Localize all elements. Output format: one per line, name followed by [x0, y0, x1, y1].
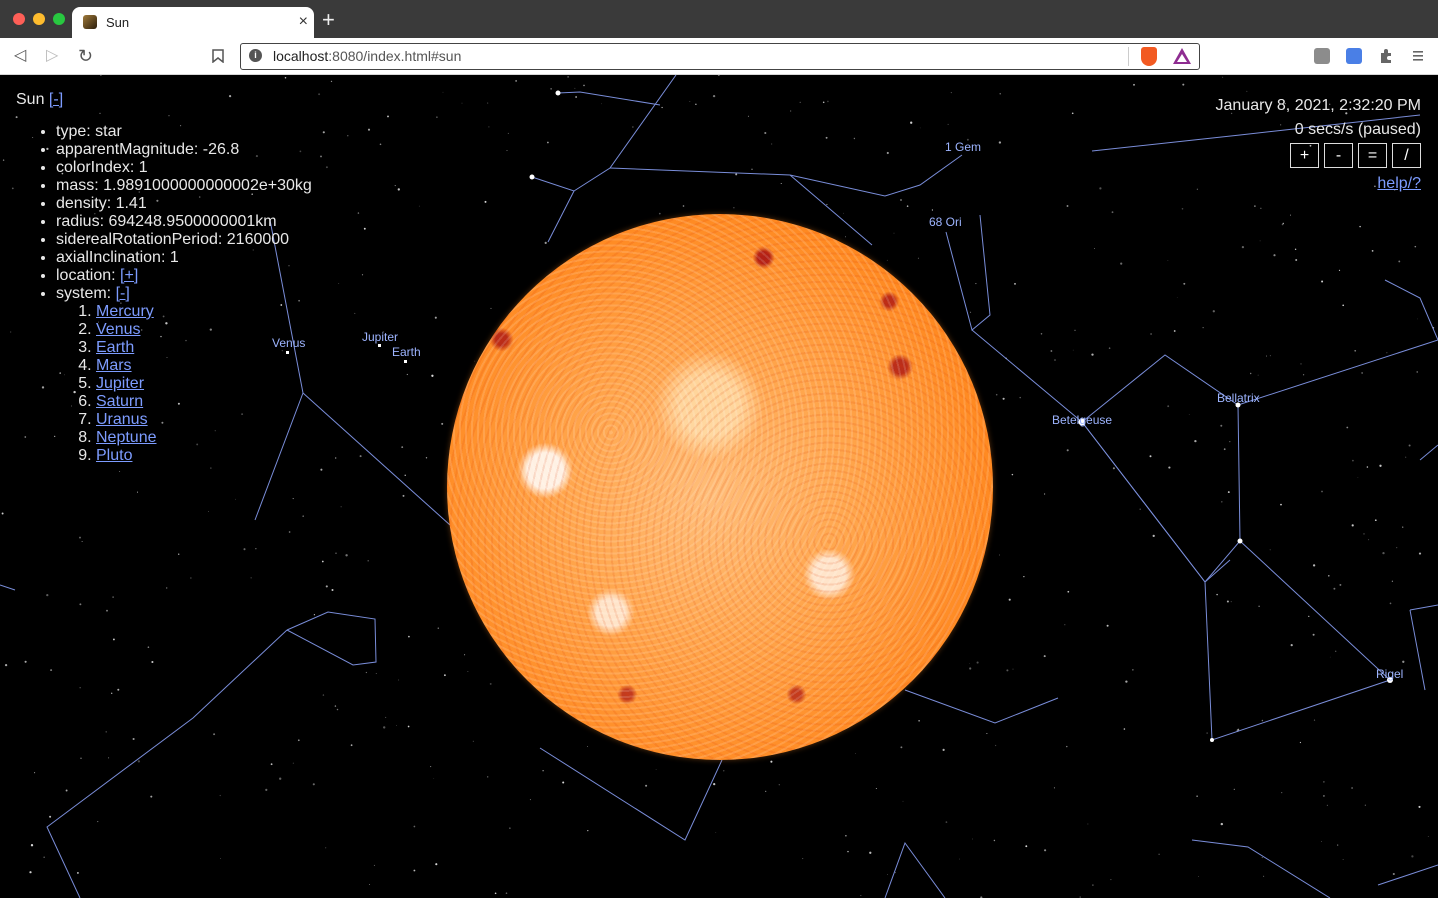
- system-link-uranus[interactable]: Uranus: [96, 411, 148, 428]
- earth-label: Earth: [392, 345, 421, 359]
- system-link-earth[interactable]: Earth: [96, 339, 134, 356]
- property-sidereal-rotation: siderealRotationPeriod: 2160000: [56, 231, 312, 249]
- zoom-window-button[interactable]: [53, 13, 65, 25]
- time-display: January 8, 2021, 2:32:20 PM 0 secs/s (pa…: [1216, 94, 1421, 142]
- reset-time-button[interactable]: =: [1358, 143, 1387, 168]
- property-list: type: star apparentMagnitude: -26.8 colo…: [16, 123, 312, 465]
- close-window-button[interactable]: [13, 13, 25, 25]
- slow-down-button[interactable]: -: [1324, 143, 1353, 168]
- minimize-window-button[interactable]: [33, 13, 45, 25]
- forward-button[interactable]: ▷: [46, 46, 58, 66]
- system-link-venus[interactable]: Venus: [96, 321, 140, 338]
- betelgeuse-label: Betelgeuse: [1052, 413, 1113, 427]
- sun-sphere[interactable]: [447, 214, 993, 760]
- site-info-icon[interactable]: i: [249, 49, 262, 62]
- speed-up-button[interactable]: +: [1290, 143, 1319, 168]
- address-bar[interactable]: i localhost:8080/index.html#sun: [240, 43, 1200, 70]
- jupiter-label: Jupiter: [362, 330, 399, 344]
- property-density: density: 1.41: [56, 195, 312, 213]
- sun-favicon-icon: [83, 15, 97, 29]
- system-item: Mars: [96, 357, 312, 375]
- tab-title: Sun: [106, 15, 130, 30]
- property-apparent-magnitude: apparentMagnitude: -26.8: [56, 141, 312, 159]
- gem-star-label: 1 Gem: [945, 140, 982, 154]
- system-item: Earth: [96, 339, 312, 357]
- object-heading: Sun [-]: [16, 91, 312, 109]
- location-expand-toggle[interactable]: [+]: [120, 267, 138, 284]
- system-collapse-toggle[interactable]: [-]: [116, 285, 130, 302]
- system-item: Jupiter: [96, 375, 312, 393]
- property-radius: radius: 694248.9500000001km: [56, 213, 312, 231]
- system-link-jupiter[interactable]: Jupiter: [96, 375, 144, 392]
- property-axial-inclination: axialInclination: 1: [56, 249, 312, 267]
- current-date: January 8, 2021, 2:32:20 PM: [1215, 97, 1421, 114]
- system-list: Mercury Venus Earth Mars Jupiter Saturn …: [56, 303, 312, 465]
- rigel-label: Rigel: [1376, 667, 1404, 681]
- system-item: Uranus: [96, 411, 312, 429]
- system-link-saturn[interactable]: Saturn: [96, 393, 143, 410]
- system-link-pluto[interactable]: Pluto: [96, 447, 132, 464]
- ori-star-label: 68 Ori: [929, 215, 962, 229]
- brave-rewards-icon[interactable]: [1173, 48, 1191, 64]
- system-item: Venus: [96, 321, 312, 339]
- collapse-toggle[interactable]: [-]: [49, 91, 63, 108]
- property-location: location: [+]: [56, 267, 312, 285]
- extension-icon[interactable]: [1314, 48, 1330, 64]
- back-button[interactable]: ◁: [14, 46, 26, 66]
- system-item: Pluto: [96, 447, 312, 465]
- help-link[interactable]: help/?: [1377, 175, 1421, 193]
- address-divider: [1128, 47, 1129, 66]
- system-link-neptune[interactable]: Neptune: [96, 429, 157, 446]
- property-system: system: [-] Mercury Venus Earth Mars Jup…: [56, 285, 312, 465]
- browser-tab[interactable]: Sun ×: [72, 7, 314, 38]
- property-type: type: star: [56, 123, 312, 141]
- system-link-mercury[interactable]: Mercury: [96, 303, 154, 320]
- property-mass: mass: 1.9891000000000002e+30kg: [56, 177, 312, 195]
- system-link-mars[interactable]: Mars: [96, 357, 132, 374]
- menu-icon[interactable]: [1412, 50, 1424, 62]
- time-controls: + - = /: [1285, 143, 1421, 168]
- extensions-puzzle-icon[interactable]: [1378, 48, 1394, 64]
- property-color-index: colorIndex: 1: [56, 159, 312, 177]
- bellatrix-label: Bellatrix: [1217, 391, 1260, 405]
- object-title: Sun: [16, 91, 45, 108]
- page-viewport: Venus Jupiter Earth 1 Gem 68 Ori Betelge…: [0, 75, 1438, 898]
- close-tab-icon[interactable]: ×: [299, 12, 308, 32]
- bookmark-icon[interactable]: [212, 49, 224, 63]
- object-info-panel: Sun [-] type: star apparentMagnitude: -2…: [16, 91, 312, 465]
- system-item: Neptune: [96, 429, 312, 447]
- brave-shields-icon[interactable]: [1141, 47, 1157, 66]
- new-tab-button[interactable]: +: [322, 9, 335, 31]
- system-item: Mercury: [96, 303, 312, 321]
- time-rate: 0 secs/s (paused): [1294, 121, 1421, 138]
- browser-toolbar: ◁ ▷ ↻ i localhost:8080/index.html#sun: [0, 38, 1438, 75]
- translate-icon[interactable]: [1346, 48, 1362, 64]
- system-item: Saturn: [96, 393, 312, 411]
- address-text[interactable]: localhost:8080/index.html#sun: [273, 48, 461, 64]
- reverse-time-button[interactable]: /: [1392, 143, 1421, 168]
- sun-surface-texture: [447, 214, 993, 760]
- window-titlebar: Sun × +: [0, 0, 1438, 38]
- reload-button[interactable]: ↻: [78, 46, 93, 66]
